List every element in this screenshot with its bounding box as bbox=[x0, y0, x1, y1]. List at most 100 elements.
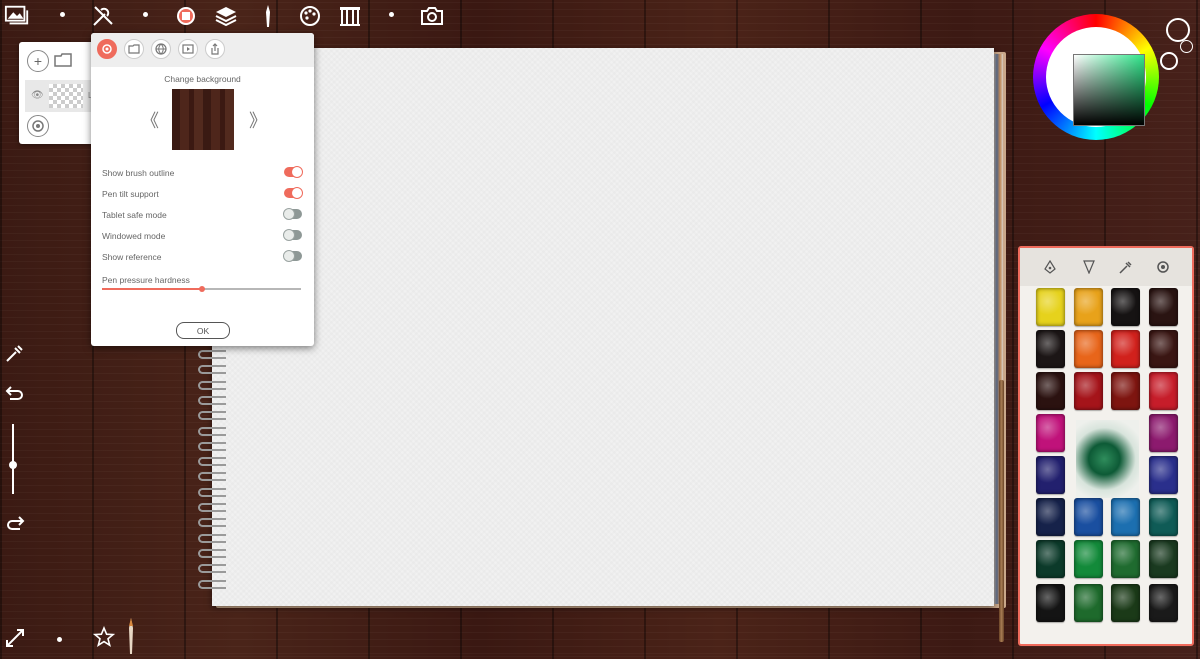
next-background-button[interactable]: 》 bbox=[249, 107, 267, 133]
show-brush-outline-label: Show brush outline bbox=[102, 168, 175, 178]
spiral-ring bbox=[198, 441, 226, 451]
paint-pan[interactable] bbox=[1036, 288, 1065, 326]
spiral-ring bbox=[198, 411, 226, 421]
paint-pan[interactable] bbox=[1149, 584, 1178, 622]
redo-icon[interactable] bbox=[4, 513, 26, 535]
layers-icon[interactable] bbox=[213, 4, 239, 28]
toolbar-separator-dot bbox=[389, 12, 394, 17]
saturation-value-picker[interactable] bbox=[1073, 54, 1145, 126]
color-wheel[interactable] bbox=[1033, 14, 1178, 140]
settings-dialog: Change background 《 》 Show brush outline… bbox=[91, 33, 314, 346]
paint-pan[interactable] bbox=[1074, 540, 1103, 578]
spiral-ring bbox=[198, 472, 226, 482]
paint-pan[interactable] bbox=[1111, 584, 1140, 622]
tools-icon[interactable] bbox=[90, 4, 116, 28]
spiral-ring bbox=[198, 350, 226, 359]
layer-settings-icon[interactable] bbox=[27, 115, 49, 137]
previous-color-swatch[interactable] bbox=[1180, 40, 1193, 53]
current-color-swatch[interactable] bbox=[1166, 18, 1190, 42]
paint-pan[interactable] bbox=[1036, 498, 1065, 536]
prev-background-button[interactable]: 《 bbox=[141, 107, 159, 133]
spiral-ring bbox=[198, 487, 226, 497]
spiral-ring bbox=[198, 564, 226, 574]
tablet-safe-mode-toggle[interactable] bbox=[283, 208, 302, 220]
paint-pan[interactable] bbox=[1149, 372, 1178, 410]
paint-pan[interactable] bbox=[1036, 456, 1065, 494]
paint-pan[interactable] bbox=[1149, 540, 1178, 578]
tab-video-icon[interactable] bbox=[178, 39, 198, 59]
pen-pressure-hardness-slider[interactable] bbox=[102, 286, 301, 292]
settings-tabs bbox=[91, 33, 314, 67]
palette-icon[interactable] bbox=[297, 4, 323, 28]
pen-pressure-hardness-label: Pen pressure hardness bbox=[102, 275, 190, 285]
spiral-ring bbox=[198, 503, 226, 512]
palette-toolbar bbox=[1020, 248, 1192, 286]
paint-pan[interactable] bbox=[1074, 372, 1103, 410]
brush-preview-icon[interactable] bbox=[128, 618, 134, 654]
brush-pen-icon[interactable] bbox=[255, 4, 281, 28]
paint-pan[interactable] bbox=[1111, 498, 1140, 536]
paint-pan[interactable] bbox=[1149, 288, 1178, 326]
pen-tilt-support-toggle[interactable] bbox=[284, 187, 303, 199]
paint-pan[interactable] bbox=[1149, 456, 1178, 494]
paint-pan[interactable] bbox=[1149, 414, 1178, 452]
spiral-ring bbox=[198, 380, 226, 390]
palette-settings-icon[interactable] bbox=[1156, 260, 1170, 279]
paint-pan[interactable] bbox=[1036, 540, 1065, 578]
spiral-ring bbox=[198, 457, 226, 467]
paint-pan[interactable] bbox=[1074, 584, 1103, 622]
tab-folder-icon[interactable] bbox=[124, 39, 144, 59]
windowed-mode-toggle[interactable] bbox=[283, 229, 302, 241]
gallery-icon[interactable] bbox=[4, 4, 30, 28]
star-favorite-icon[interactable] bbox=[92, 625, 116, 653]
show-reference-toggle[interactable] bbox=[283, 250, 302, 262]
paint-pan[interactable] bbox=[1111, 372, 1140, 410]
paint-pan[interactable] bbox=[1111, 330, 1140, 368]
paint-pan[interactable] bbox=[1111, 288, 1140, 326]
drawing-canvas[interactable] bbox=[212, 48, 994, 606]
layer-thumbnail bbox=[49, 84, 83, 108]
brush-tip-icon[interactable] bbox=[1083, 260, 1095, 279]
tablet-safe-mode-label: Tablet safe mode bbox=[102, 210, 167, 220]
spiral-binding bbox=[198, 350, 228, 600]
change-background-title: Change background bbox=[164, 74, 241, 84]
add-layer-button[interactable]: + bbox=[27, 50, 49, 72]
paint-pan[interactable] bbox=[1149, 498, 1178, 536]
paint-pan[interactable] bbox=[1111, 540, 1140, 578]
paint-pan[interactable] bbox=[1036, 414, 1065, 452]
show-brush-outline-toggle[interactable] bbox=[284, 166, 303, 178]
background-preview bbox=[172, 89, 234, 150]
eyedropper-icon[interactable] bbox=[1119, 260, 1133, 279]
bottom-separator-dot bbox=[57, 637, 62, 642]
paint-pan[interactable] bbox=[1074, 288, 1103, 326]
slider-knob[interactable] bbox=[198, 286, 205, 292]
eyedropper-tool-icon[interactable] bbox=[4, 342, 26, 364]
fullscreen-icon[interactable] bbox=[4, 627, 26, 649]
tab-share-icon[interactable] bbox=[205, 39, 225, 59]
layer-folder-icon[interactable] bbox=[53, 50, 73, 70]
spiral-ring bbox=[198, 365, 226, 375]
ok-button[interactable]: OK bbox=[176, 322, 230, 339]
visibility-eye-icon[interactable]: 👁 bbox=[31, 90, 44, 101]
brush-size-slider[interactable] bbox=[12, 424, 14, 494]
tab-settings-icon[interactable] bbox=[97, 39, 117, 59]
paint-pan[interactable] bbox=[1074, 498, 1103, 536]
paint-pan[interactable] bbox=[1036, 584, 1065, 622]
hue-selector[interactable] bbox=[1160, 52, 1178, 70]
pen-tilt-support-label: Pen tilt support bbox=[102, 189, 159, 199]
spiral-ring bbox=[198, 395, 226, 405]
paint-brush-handle bbox=[999, 380, 1004, 642]
paint-pan[interactable] bbox=[1149, 330, 1178, 368]
paint-pan[interactable] bbox=[1036, 372, 1065, 410]
camera-icon[interactable] bbox=[419, 4, 445, 28]
mixing-well[interactable] bbox=[1076, 420, 1139, 498]
brush-size-knob[interactable] bbox=[9, 461, 17, 469]
pen-nib-icon[interactable] bbox=[1044, 259, 1056, 279]
tab-globe-icon[interactable] bbox=[151, 39, 171, 59]
paint-pan[interactable] bbox=[1074, 330, 1103, 368]
easel-icon[interactable] bbox=[337, 4, 363, 28]
undo-icon[interactable] bbox=[4, 383, 26, 405]
windowed-mode-label: Windowed mode bbox=[102, 231, 166, 241]
paint-pan[interactable] bbox=[1036, 330, 1065, 368]
brush-record-icon[interactable] bbox=[173, 4, 199, 28]
